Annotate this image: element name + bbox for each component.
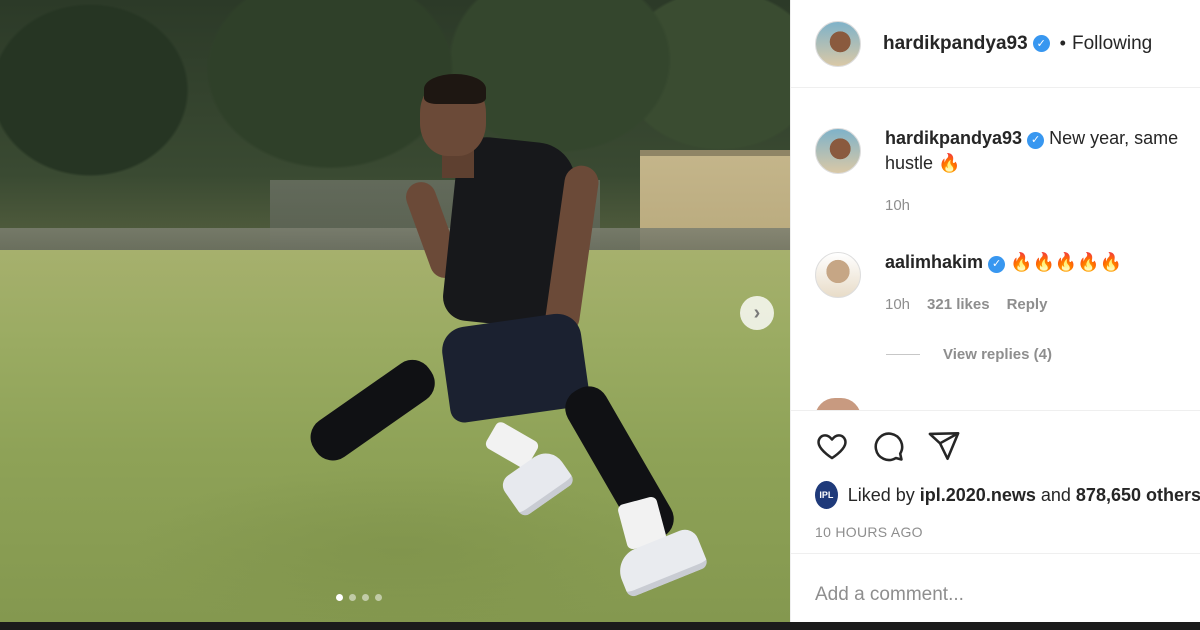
comment-time[interactable]: 10h — [885, 292, 910, 317]
author-username[interactable]: hardikpandya93 — [883, 33, 1028, 55]
verified-badge-icon: ✓ — [1032, 35, 1050, 52]
comment-icon[interactable] — [871, 429, 905, 463]
carousel-dot — [362, 594, 369, 601]
liked-by-row: IPL Liked by ipl.2020.news and 878,650 o… — [791, 481, 1200, 509]
view-replies-label: View replies (4) — [943, 346, 1052, 363]
comment-username[interactable]: aalimhakim — [885, 252, 983, 272]
comment-meta: 10h 321 likes Reply — [885, 292, 1200, 317]
reply-button[interactable]: Reply — [1007, 292, 1048, 317]
carousel-indicator — [336, 594, 382, 601]
carousel-dot — [336, 594, 343, 601]
liked-by-prefix: Liked by — [847, 484, 915, 505]
post-actions: IPL Liked by ipl.2020.news and 878,650 o… — [791, 410, 1200, 540]
share-icon[interactable] — [927, 429, 961, 463]
likes-count-button[interactable]: 878,650 others — [1076, 485, 1200, 505]
carousel-dot — [349, 594, 356, 601]
comments-list[interactable]: hardikpandya93 ✓ New year, same hustle 🔥 … — [791, 110, 1200, 410]
caption-username[interactable]: hardikpandya93 — [885, 128, 1022, 148]
post-timestamp[interactable]: 10 HOURS AGO — [791, 524, 1200, 540]
verified-badge-icon: ✓ — [1027, 132, 1045, 149]
next-comment-avatar — [815, 398, 861, 410]
view-replies-button[interactable]: View replies (4) — [886, 346, 1052, 363]
heart-icon[interactable] — [815, 429, 849, 463]
bottom-edge — [0, 622, 1200, 630]
comment-text: 🔥🔥🔥🔥🔥 — [1010, 252, 1123, 272]
caption-row: hardikpandya93 ✓ New year, same hustle 🔥 … — [815, 126, 1200, 218]
post-media: › — [0, 0, 790, 622]
chevron-right-icon: › — [753, 301, 761, 324]
commenter-avatar[interactable] — [815, 252, 861, 298]
post-sidebar: hardikpandya93 ✓ • Following hardikpandy… — [790, 0, 1200, 622]
liked-by-user[interactable]: ipl.2020.news — [920, 485, 1036, 505]
liked-by-connector: and — [1040, 484, 1071, 505]
comment-row: aalimhakim ✓ 🔥🔥🔥🔥🔥 10h 321 likes Reply — [815, 250, 1200, 317]
replies-divider — [886, 354, 920, 355]
action-icons — [791, 411, 1200, 481]
comment-input[interactable]: Add a comment... — [791, 553, 1200, 622]
post-header: hardikpandya93 ✓ • Following — [791, 0, 1200, 88]
verified-badge-icon: ✓ — [988, 256, 1006, 273]
runner-hair — [424, 74, 486, 104]
next-slide-button[interactable]: › — [740, 296, 774, 330]
caption-body: hardikpandya93 ✓ New year, same hustle 🔥 … — [885, 126, 1200, 218]
comment-likes[interactable]: 321 likes — [927, 292, 990, 317]
caption-meta: 10h — [885, 193, 1200, 218]
comment-body: aalimhakim ✓ 🔥🔥🔥🔥🔥 10h 321 likes Reply — [885, 250, 1200, 317]
caption-time[interactable]: 10h — [885, 193, 910, 218]
liked-by-text: Liked by ipl.2020.news and 878,650 other… — [848, 485, 1200, 506]
following-button[interactable]: Following — [1072, 33, 1152, 55]
carousel-dot — [375, 594, 382, 601]
caption-avatar[interactable] — [815, 128, 861, 174]
runner-photo — [302, 70, 720, 610]
author-avatar[interactable] — [815, 20, 861, 67]
separator-dot: • — [1059, 33, 1066, 53]
liker-avatar[interactable]: IPL — [815, 481, 838, 509]
